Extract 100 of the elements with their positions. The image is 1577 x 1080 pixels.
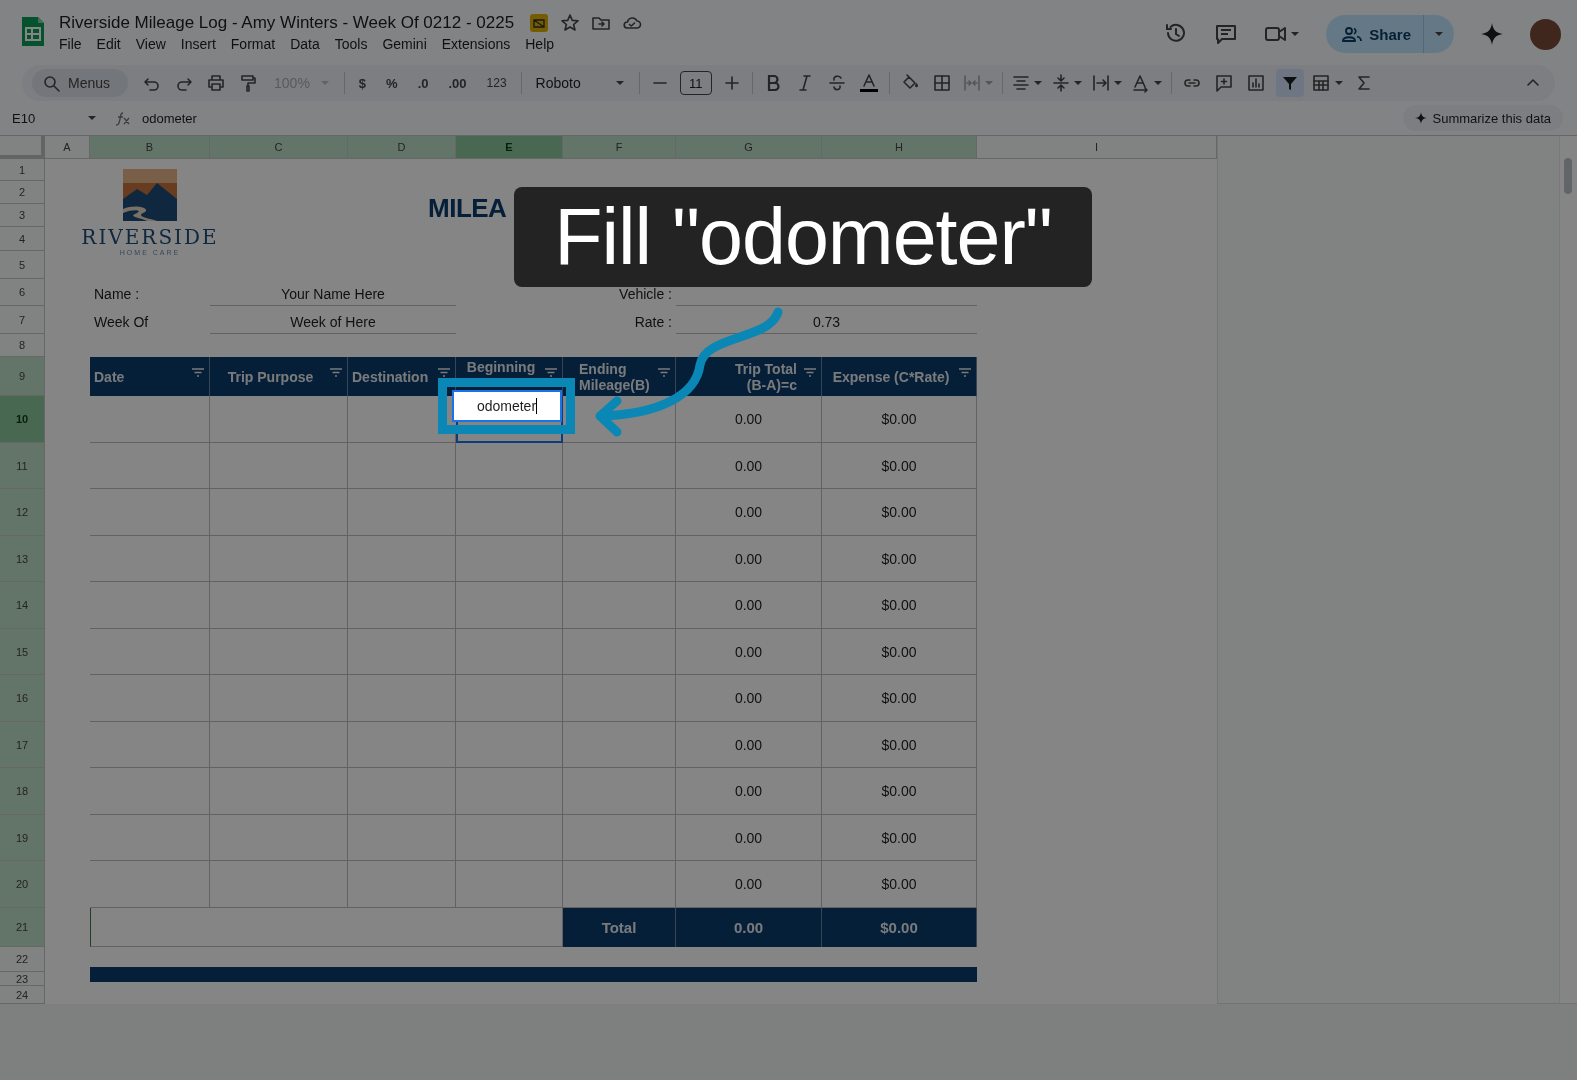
- table-cell[interactable]: [348, 675, 456, 722]
- table-cell[interactable]: [90, 861, 210, 908]
- table-cell[interactable]: [210, 489, 348, 536]
- column-header[interactable]: E: [456, 136, 563, 159]
- number-format-button[interactable]: 123: [480, 76, 513, 90]
- menu-item[interactable]: Tools: [334, 36, 368, 52]
- row-header[interactable]: 23: [0, 972, 45, 986]
- table-cell[interactable]: [456, 861, 563, 908]
- cell-editor-field[interactable]: odometer: [452, 390, 562, 422]
- row-header[interactable]: 17: [0, 722, 45, 768]
- row-header[interactable]: 1: [0, 159, 45, 181]
- table-cell[interactable]: $0.00: [822, 768, 977, 815]
- table-cell[interactable]: [210, 536, 348, 582]
- table-cell[interactable]: 0.00: [676, 722, 822, 768]
- table-cell[interactable]: [348, 433, 456, 443]
- table-cell[interactable]: [456, 675, 563, 722]
- row-header[interactable]: 21: [0, 908, 45, 947]
- menu-item[interactable]: Insert: [180, 36, 216, 52]
- sheets-logo-icon[interactable]: [20, 15, 46, 48]
- table-cell[interactable]: [210, 396, 348, 443]
- avatar[interactable]: [1530, 18, 1561, 50]
- table-cell[interactable]: 0.00: [676, 443, 822, 489]
- table-cell[interactable]: 0.00: [676, 536, 822, 582]
- table-cell[interactable]: 0.00: [676, 675, 822, 722]
- menu-item[interactable]: View: [135, 36, 166, 52]
- row-header[interactable]: 5: [0, 251, 45, 279]
- field-value[interactable]: 0.73: [676, 314, 977, 334]
- table-cell[interactable]: [456, 629, 563, 675]
- table-cell[interactable]: [348, 768, 456, 815]
- column-header[interactable]: F: [563, 136, 676, 159]
- borders-icon[interactable]: [931, 73, 952, 93]
- table-cell[interactable]: [563, 675, 676, 722]
- row-header[interactable]: 7: [0, 306, 45, 334]
- row-header[interactable]: 15: [0, 629, 45, 675]
- table-cell[interactable]: [90, 443, 210, 489]
- row-header[interactable]: 13: [0, 536, 45, 582]
- corner-cell[interactable]: [0, 136, 45, 159]
- badge-icon[interactable]: [529, 13, 550, 33]
- table-cell[interactable]: [348, 861, 456, 908]
- column-header[interactable]: B: [90, 136, 210, 159]
- table-cell[interactable]: $0.00: [822, 489, 977, 536]
- text-color-icon[interactable]: [858, 73, 879, 93]
- field-value[interactable]: Week of Here: [210, 314, 456, 334]
- table-cell[interactable]: [563, 582, 676, 629]
- row-header[interactable]: 2: [0, 181, 45, 204]
- row-header[interactable]: 16: [0, 675, 45, 722]
- table-cell[interactable]: 0.00: [676, 815, 822, 861]
- table-cell[interactable]: [90, 675, 210, 722]
- table-cell[interactable]: [90, 908, 563, 947]
- table-cell[interactable]: $0.00: [822, 536, 977, 582]
- table-cell[interactable]: [563, 768, 676, 815]
- table-cell[interactable]: [348, 536, 456, 582]
- menu-item[interactable]: Help: [525, 36, 555, 52]
- table-cell[interactable]: [348, 443, 456, 489]
- table-cell[interactable]: [210, 768, 348, 815]
- currency-button[interactable]: $: [352, 75, 373, 91]
- row-header[interactable]: 11: [0, 443, 45, 489]
- table-cell[interactable]: 0.00: [676, 489, 822, 536]
- row-header[interactable]: 9: [0, 357, 45, 396]
- row-header[interactable]: 6: [0, 279, 45, 306]
- row-header[interactable]: 4: [0, 227, 45, 251]
- table-cell[interactable]: 0.00: [676, 768, 822, 815]
- print-icon[interactable]: [206, 73, 227, 93]
- table-cell[interactable]: [90, 629, 210, 675]
- font-size-field[interactable]: 11: [679, 71, 712, 95]
- filter-icon[interactable]: [657, 367, 671, 377]
- table-cell[interactable]: [456, 536, 563, 582]
- row-header[interactable]: 14: [0, 582, 45, 629]
- strikethrough-icon[interactable]: [826, 73, 847, 93]
- summarize-button[interactable]: Summarize this data: [1402, 105, 1563, 131]
- table-cell[interactable]: [90, 815, 210, 861]
- table-cell[interactable]: $0.00: [822, 815, 977, 861]
- chart-icon[interactable]: [1245, 73, 1266, 93]
- sparkle-icon[interactable]: [1480, 22, 1504, 46]
- table-cell[interactable]: [90, 396, 210, 443]
- row-header[interactable]: 20: [0, 861, 45, 908]
- table-cell[interactable]: [563, 722, 676, 768]
- row-header[interactable]: 10: [0, 396, 45, 443]
- font-dropdown[interactable]: Roboto: [529, 75, 631, 91]
- column-header[interactable]: C: [210, 136, 348, 159]
- text-rotation-icon[interactable]: [1130, 73, 1151, 93]
- table-cell[interactable]: [348, 722, 456, 768]
- table-cell[interactable]: [456, 443, 563, 489]
- column-header[interactable]: A: [45, 136, 90, 159]
- filter-icon[interactable]: [958, 367, 972, 377]
- table-cell[interactable]: [210, 722, 348, 768]
- table-cell[interactable]: [210, 815, 348, 861]
- table-cell[interactable]: [210, 582, 348, 629]
- table-cell[interactable]: [456, 815, 563, 861]
- table-cell[interactable]: [456, 582, 563, 629]
- table-cell[interactable]: [563, 815, 676, 861]
- table-cell[interactable]: [563, 536, 676, 582]
- text-wrap-icon[interactable]: [1090, 73, 1111, 93]
- table-cell[interactable]: [90, 536, 210, 582]
- table-cell[interactable]: 0.00: [676, 396, 822, 443]
- table-cell[interactable]: [456, 768, 563, 815]
- menu-item[interactable]: Gemini: [382, 36, 427, 52]
- table-cell[interactable]: 0.00: [676, 582, 822, 629]
- row-header[interactable]: 3: [0, 204, 45, 227]
- vertical-align-icon[interactable]: [1050, 73, 1071, 93]
